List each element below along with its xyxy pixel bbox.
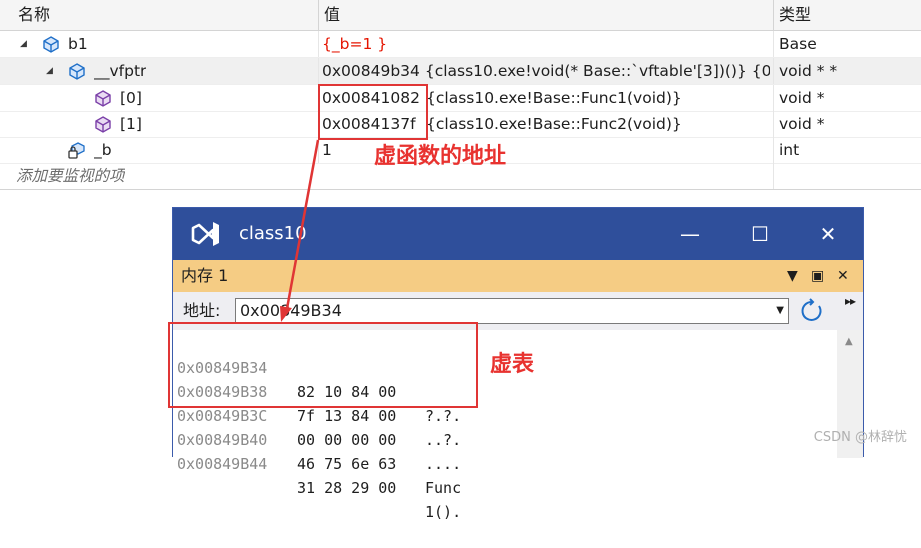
pointer-member-icon: [95, 90, 111, 107]
window-title: class10: [239, 223, 307, 244]
watch-value: {_b=1 }: [322, 35, 388, 53]
column-header-name[interactable]: 名称: [12, 0, 50, 30]
annotation-label-virtual-function-address: 虚函数的地址: [374, 144, 507, 169]
watch-row-1[interactable]: [1] 0x0084137f {class10.exe!Base::Func2(…: [0, 111, 921, 138]
memory-ascii: ....: [425, 455, 462, 473]
refresh-icon[interactable]: [799, 298, 825, 324]
annotation-box-function-addresses: [318, 84, 428, 140]
memory-bytes[interactable]: 00 00 00 00: [297, 428, 396, 452]
column-header-value[interactable]: 值: [318, 0, 340, 30]
watch-type: int: [779, 141, 800, 159]
visual-studio-logo-icon: [191, 222, 219, 246]
watch-name: [1]: [120, 115, 142, 133]
memory-address: 0x00849B44: [177, 455, 268, 473]
watch-header: 名称 值 类型: [0, 0, 921, 31]
memory-ascii: ..?.: [425, 431, 462, 449]
memory-ascii: 1().: [425, 503, 462, 521]
watch-value: 0x00849b34 {class10.exe!void(* Base::`vf…: [322, 62, 770, 80]
watch-value-symbol: {class10.exe!Base::Func2(void)}: [426, 115, 682, 133]
collapse-icon[interactable]: ◢: [46, 58, 53, 84]
column-header-type[interactable]: 类型: [773, 0, 811, 30]
watch-name: __vfptr: [94, 62, 147, 80]
collapse-icon[interactable]: ◢: [20, 31, 27, 57]
add-watch-placeholder[interactable]: 添加要监视的项: [16, 163, 125, 189]
annotation-box-vtable: [168, 322, 478, 408]
watch-type: void * *: [779, 62, 838, 80]
memory-bytes[interactable]: 31 28 29 00: [297, 476, 396, 500]
watch-type: void *: [779, 115, 825, 133]
memory-row: 0x00849B44 31 28 29 00 1().: [173, 428, 461, 521]
minimize-button[interactable]: —: [667, 208, 713, 260]
memory-bytes[interactable]: 46 75 6e 63: [297, 452, 396, 476]
watch-type: void *: [779, 89, 825, 107]
watch-row-b1[interactable]: ◢ b1 {_b=1 } Base: [0, 31, 921, 58]
overflow-icon[interactable]: ▸▸: [845, 294, 856, 308]
annotation-label-vtable: 虚表: [490, 352, 535, 377]
pane-title: 内存 1: [181, 266, 229, 285]
memory-window-titlebar[interactable]: class10 — ☐ ✕: [173, 208, 863, 260]
watch-name: [0]: [120, 89, 142, 107]
watch-name: _b: [94, 141, 112, 159]
object-icon: [69, 63, 85, 80]
pointer-member-icon: [95, 116, 111, 133]
object-icon: [43, 36, 59, 53]
address-input[interactable]: 0x00849B34 ▼: [235, 298, 789, 324]
maximize-button[interactable]: ☐: [737, 208, 783, 260]
memory-ascii: Func: [425, 479, 462, 497]
scroll-up-icon[interactable]: ▲: [845, 336, 853, 347]
address-value[interactable]: 0x00849B34: [240, 299, 342, 323]
watch-row-0[interactable]: [0] 0x00841082 {class10.exe!Base::Func1(…: [0, 85, 921, 112]
protected-field-icon: [68, 142, 85, 159]
close-button[interactable]: ✕: [805, 208, 851, 260]
memory-pane-header: 内存 1 ▼ ▣ ✕: [173, 260, 863, 292]
pane-dropdown-icon[interactable]: ▼: [787, 260, 798, 292]
watch-row-vfptr[interactable]: ◢ __vfptr 0x00849b34 {class10.exe!void(*…: [0, 58, 921, 85]
watch-value: 1: [322, 141, 332, 159]
chevron-down-icon[interactable]: ▼: [776, 299, 784, 323]
watch-value-symbol: {class10.exe!Base::Func1(void)}: [426, 89, 682, 107]
watch-type: Base: [779, 35, 817, 53]
pane-maximize-icon[interactable]: ▣: [811, 260, 824, 292]
watermark: CSDN @林辞忧: [813, 430, 907, 445]
watch-name: b1: [68, 35, 88, 53]
pane-close-icon[interactable]: ✕: [837, 260, 849, 292]
